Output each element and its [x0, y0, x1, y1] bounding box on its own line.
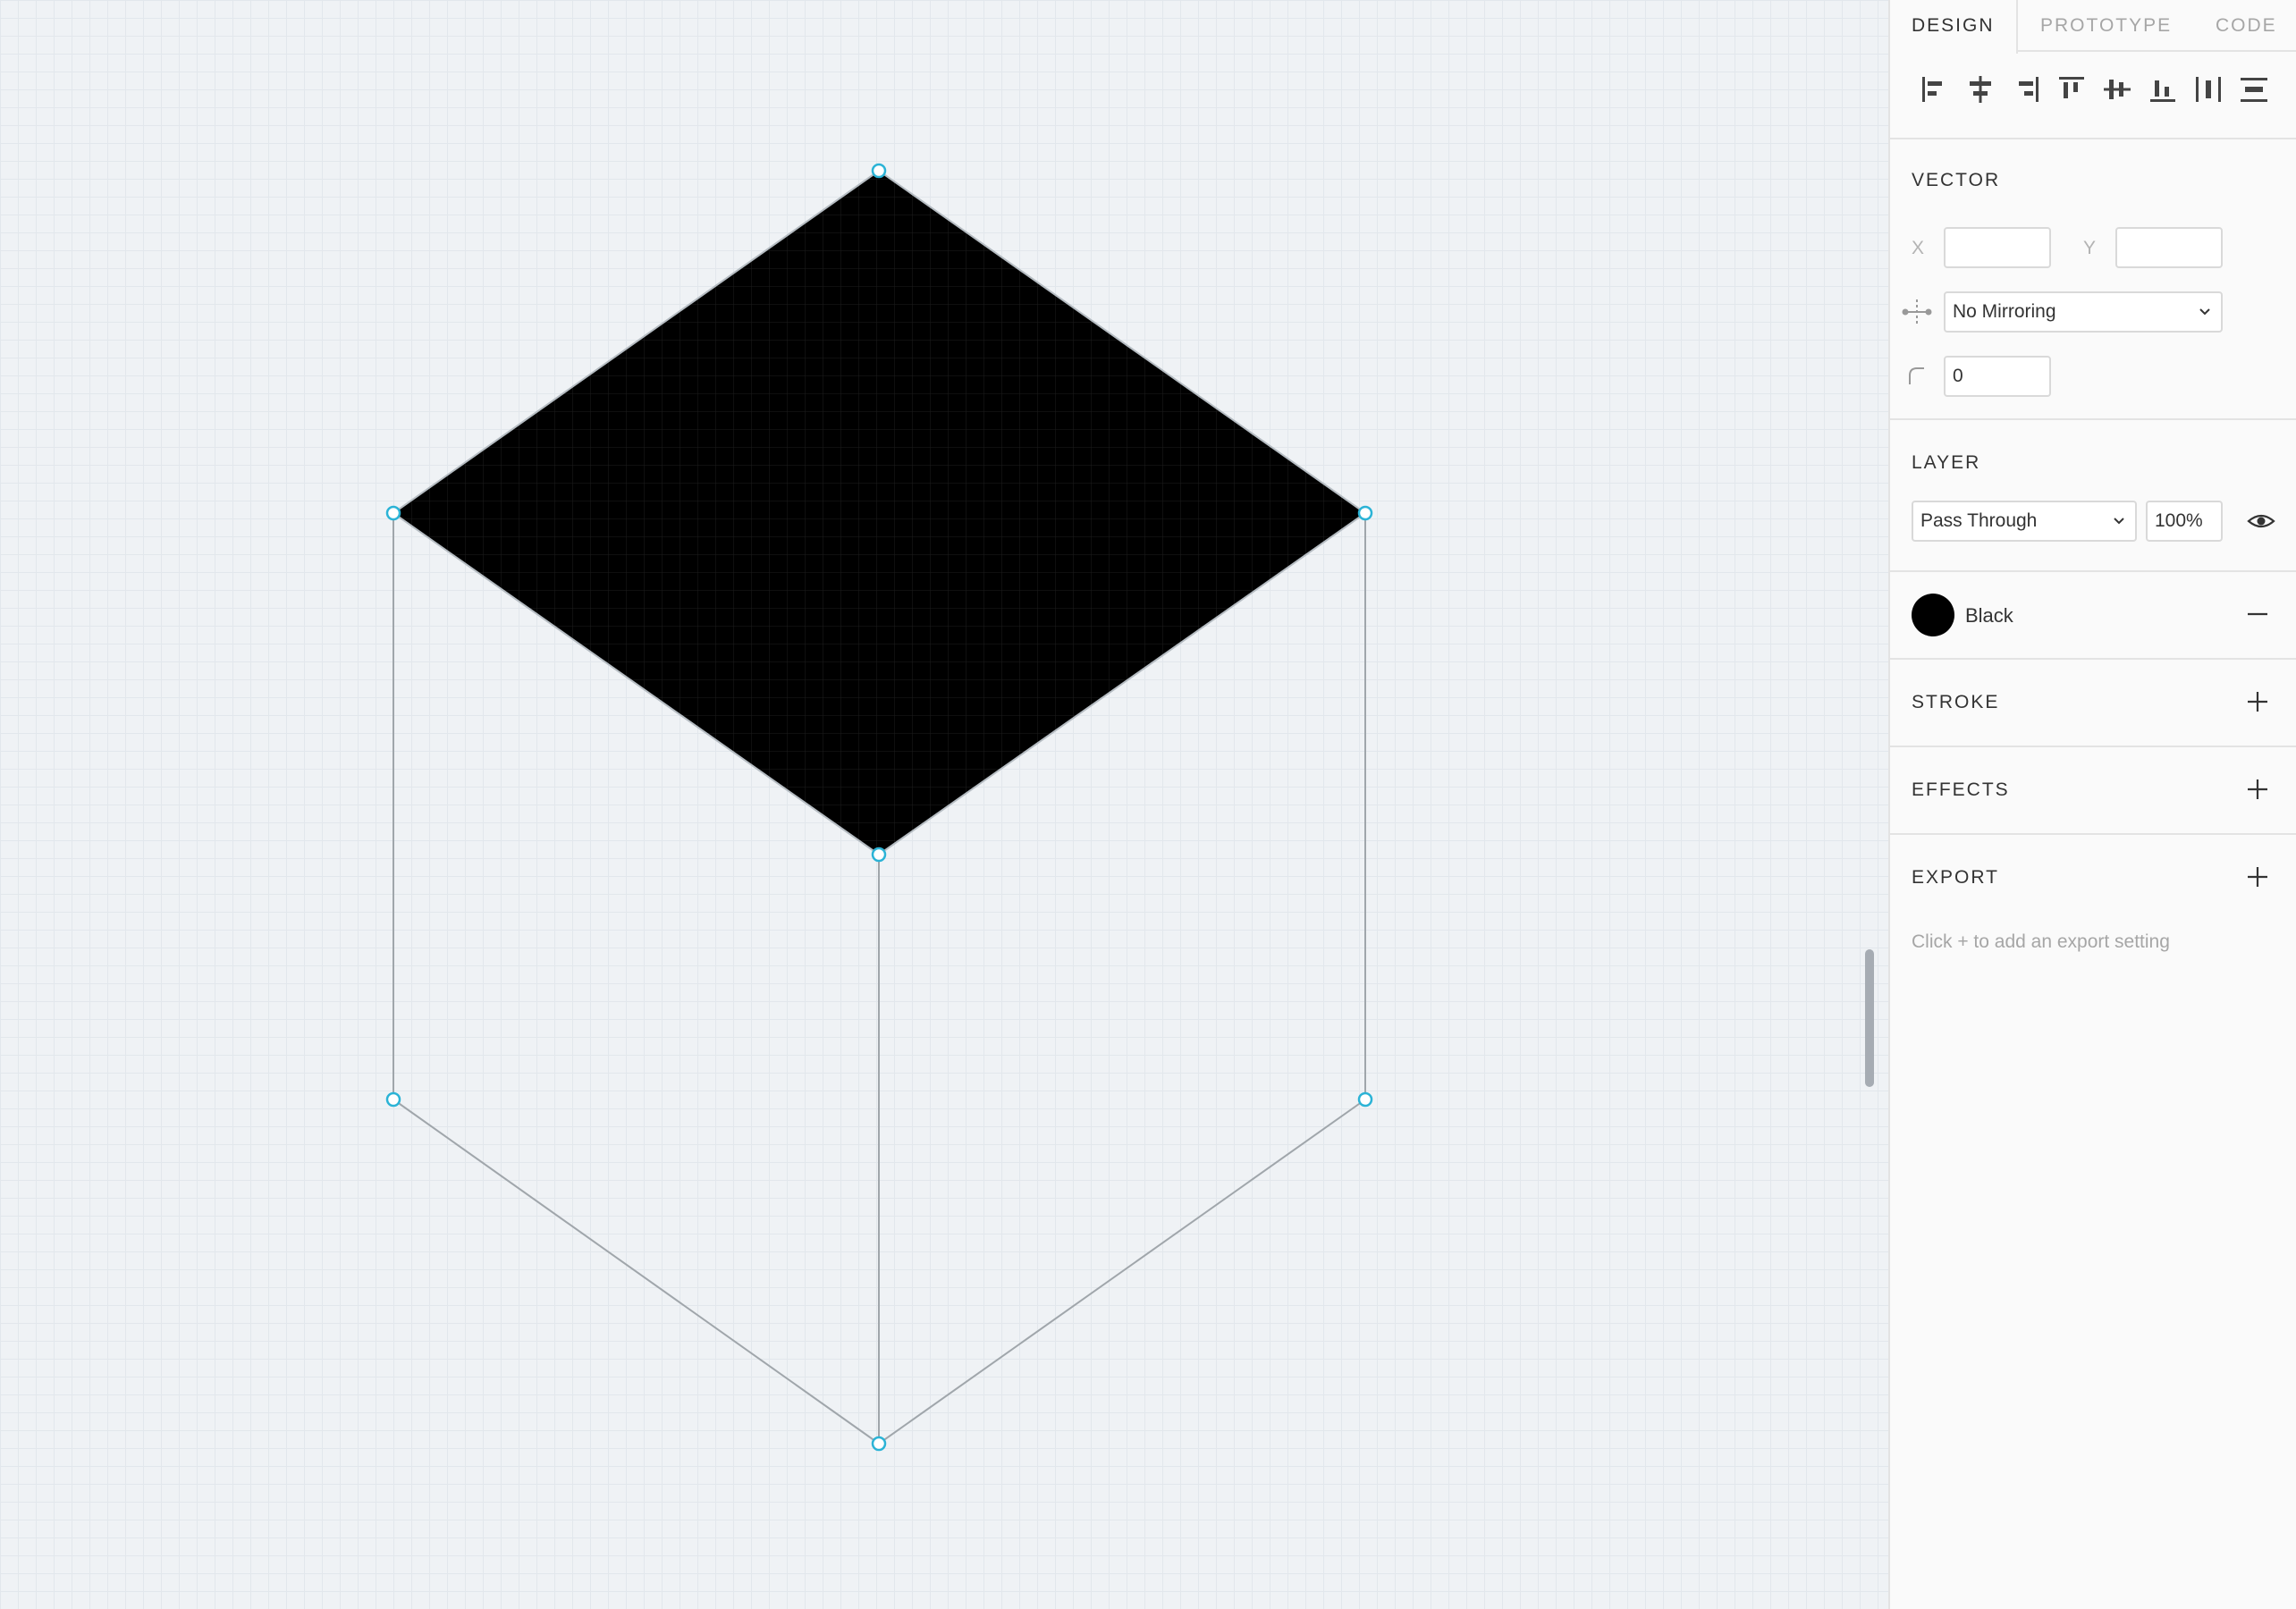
mirroring-icon	[1902, 299, 1932, 324]
properties-panel: DESIGN PROTOTYPE CODE VECTOR X Y No Mirr…	[1888, 0, 2296, 1609]
vector-section: VECTOR X Y No Mirroring 0	[1890, 139, 2296, 420]
canvas-scrollbar[interactable]	[1865, 949, 1874, 1087]
mirroring-value: No Mirroring	[1953, 301, 2056, 322]
align-vertical-center-icon[interactable]	[2099, 72, 2135, 107]
export-section-title: EXPORT	[1912, 867, 1999, 888]
export-hint: Click + to add an export setting	[1912, 931, 2170, 952]
align-horizontal-center-icon[interactable]	[1963, 72, 1998, 107]
vertex-handle-bottom-right[interactable]	[1357, 1091, 1373, 1108]
distribute-vertical-icon[interactable]	[2236, 72, 2272, 107]
plus-icon[interactable]	[2244, 776, 2271, 803]
plus-icon[interactable]	[2244, 688, 2271, 715]
chevron-down-icon	[2114, 518, 2124, 525]
design-canvas[interactable]	[0, 0, 1888, 1609]
vertex-handle-left[interactable]	[385, 505, 401, 521]
x-input[interactable]	[1944, 227, 2051, 268]
align-toolbar	[1890, 52, 2296, 139]
edge-bottom-right	[878, 1099, 1366, 1445]
align-left-icon[interactable]	[1917, 72, 1953, 107]
effects-section-title: EFFECTS	[1912, 779, 2010, 800]
tab-prototype[interactable]: PROTOTYPE	[2040, 0, 2172, 52]
export-section: EXPORT Click + to add an export setting	[1890, 835, 2296, 996]
panel-tabs: DESIGN PROTOTYPE CODE	[1890, 0, 2296, 54]
stroke-section: STROKE	[1890, 660, 2296, 747]
blend-mode-select[interactable]: Pass Through	[1912, 501, 2137, 542]
vertex-handle-right[interactable]	[1357, 505, 1373, 521]
y-input[interactable]	[2115, 227, 2223, 268]
filled-rhombus-grid-overlay	[392, 169, 1367, 856]
vertex-handle-bottom-left[interactable]	[385, 1091, 401, 1108]
effects-section: EFFECTS	[1890, 747, 2296, 835]
layer-section: LAYER Pass Through 100%	[1890, 420, 2296, 572]
align-top-icon[interactable]	[2054, 72, 2089, 107]
align-right-icon[interactable]	[2008, 72, 2044, 107]
vector-section-title: VECTOR	[1912, 170, 2001, 190]
fill-name: Black	[1965, 604, 2013, 627]
layer-section-title: LAYER	[1912, 452, 1981, 473]
eye-icon[interactable]	[2246, 506, 2276, 536]
distribute-horizontal-icon[interactable]	[2190, 72, 2226, 107]
minus-icon[interactable]	[2244, 601, 2271, 628]
fill-section: Black	[1890, 572, 2296, 660]
vertex-handle-top[interactable]	[871, 163, 887, 179]
align-bottom-icon[interactable]	[2145, 72, 2181, 107]
opacity-input[interactable]: 100%	[2146, 501, 2223, 542]
vector-network[interactable]	[0, 0, 1888, 1609]
mirroring-select[interactable]: No Mirroring	[1944, 291, 2223, 333]
tab-design[interactable]: DESIGN	[1890, 0, 2018, 54]
corner-radius-input[interactable]: 0	[1944, 356, 2051, 397]
tab-code[interactable]: CODE	[2216, 0, 2277, 52]
corner-radius-icon	[1909, 367, 1924, 384]
vertex-handle-bottom[interactable]	[871, 1436, 887, 1452]
stroke-section-title: STROKE	[1912, 692, 2000, 712]
blend-mode-value: Pass Through	[1920, 510, 2038, 531]
x-label: X	[1912, 238, 1925, 258]
edge-bottom-left	[393, 1099, 880, 1445]
plus-icon[interactable]	[2244, 863, 2271, 890]
chevron-down-icon	[2199, 308, 2210, 316]
y-label: Y	[2083, 238, 2097, 258]
fill-color-swatch[interactable]	[1912, 594, 1954, 636]
vertex-handle-center[interactable]	[871, 847, 887, 863]
